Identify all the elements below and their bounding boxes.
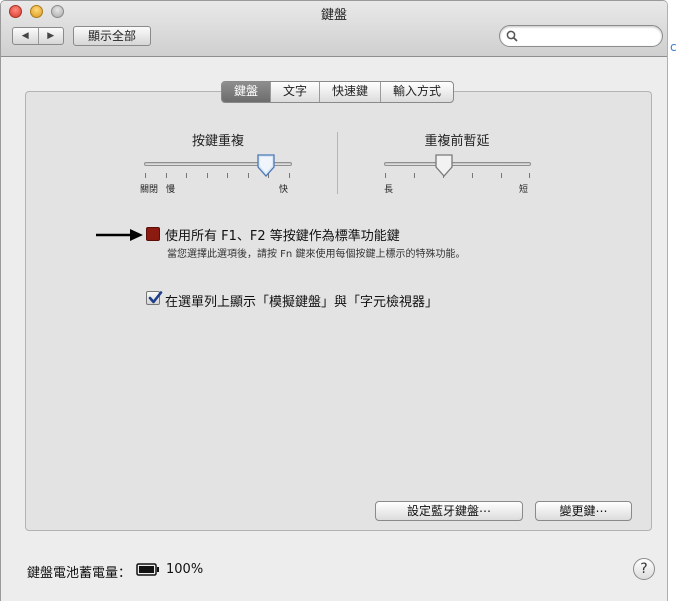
tick <box>186 173 187 178</box>
tick <box>472 173 473 178</box>
tab-input-sources[interactable]: 輸入方式 <box>381 82 453 102</box>
delay-until-repeat-label: 重複前暫延 <box>424 134 490 149</box>
key-repeat-fast-label: 快 <box>279 185 289 195</box>
tab-bar: 鍵盤 文字 快速鍵 輸入方式 <box>221 81 455 103</box>
key-repeat-slow-label: 慢 <box>166 185 176 195</box>
checkmark-icon <box>148 291 163 304</box>
key-repeat-label: 按鍵重複 <box>191 134 244 149</box>
settings-panel <box>25 91 652 531</box>
right-arrow-icon <box>96 229 143 241</box>
tick <box>529 173 530 178</box>
tick <box>145 173 146 178</box>
show-viewers-checkbox[interactable] <box>146 291 163 305</box>
help-button[interactable]: ? <box>633 558 655 580</box>
tick <box>414 173 415 178</box>
fn-keys-label: 使用所有 F1、F2 等按鍵作為標準功能鍵 <box>165 229 400 244</box>
background-fragment: c <box>670 40 676 54</box>
battery-level-label: 鍵盤電池蓄電量： <box>27 566 132 581</box>
title-bar: 鍵盤 ◀ ▶ 顯示全部 <box>1 1 667 57</box>
tick <box>227 173 228 178</box>
setup-bluetooth-keyboard-button[interactable]: 設定藍牙鍵盤⋯ <box>375 501 523 521</box>
battery-percent: 100% <box>166 562 204 577</box>
fn-keys-description: 當您選擇此選項後，請按 Fn 鍵來使用每個按鍵上標示的特殊功能。 <box>167 249 466 260</box>
delay-short-label: 短 <box>519 185 529 195</box>
key-repeat-off-label: 關閉 <box>140 185 159 195</box>
tick <box>166 173 167 178</box>
tick <box>385 173 386 178</box>
tick <box>501 173 502 178</box>
modifier-keys-button[interactable]: 變更鍵⋯ <box>535 501 632 521</box>
keyboard-preferences-window: 鍵盤 ◀ ▶ 顯示全部 鍵盤 文字 快速鍵 輸入方式 按鍵重複 關閉 慢 快 重… <box>0 0 668 601</box>
delay-slider-thumb[interactable] <box>434 154 454 178</box>
section-divider <box>337 132 338 194</box>
window-title: 鍵盤 <box>320 8 347 23</box>
fn-keys-checkbox[interactable] <box>146 227 160 241</box>
tab-text[interactable]: 文字 <box>271 82 321 102</box>
tick <box>289 173 290 178</box>
show-all-button[interactable]: 顯示全部 <box>73 26 151 46</box>
tab-shortcuts[interactable]: 快速鍵 <box>320 82 382 102</box>
tab-keyboard[interactable]: 鍵盤 <box>222 82 272 102</box>
tick <box>207 173 208 178</box>
battery-icon <box>136 563 159 576</box>
search-icon <box>506 30 518 42</box>
show-viewers-label: 在選單列上顯示「模擬鍵盤」與「字元檢視器」 <box>165 295 439 310</box>
back-forward-control: ◀ ▶ <box>12 27 64 45</box>
delay-slider-track[interactable] <box>384 162 531 166</box>
tick <box>248 173 249 178</box>
back-arrow-icon[interactable]: ◀ <box>13 28 39 44</box>
key-repeat-slider-thumb[interactable] <box>256 154 276 178</box>
search-field[interactable] <box>499 25 663 47</box>
delay-long-label: 長 <box>384 185 394 195</box>
forward-arrow-icon[interactable]: ▶ <box>39 28 64 44</box>
